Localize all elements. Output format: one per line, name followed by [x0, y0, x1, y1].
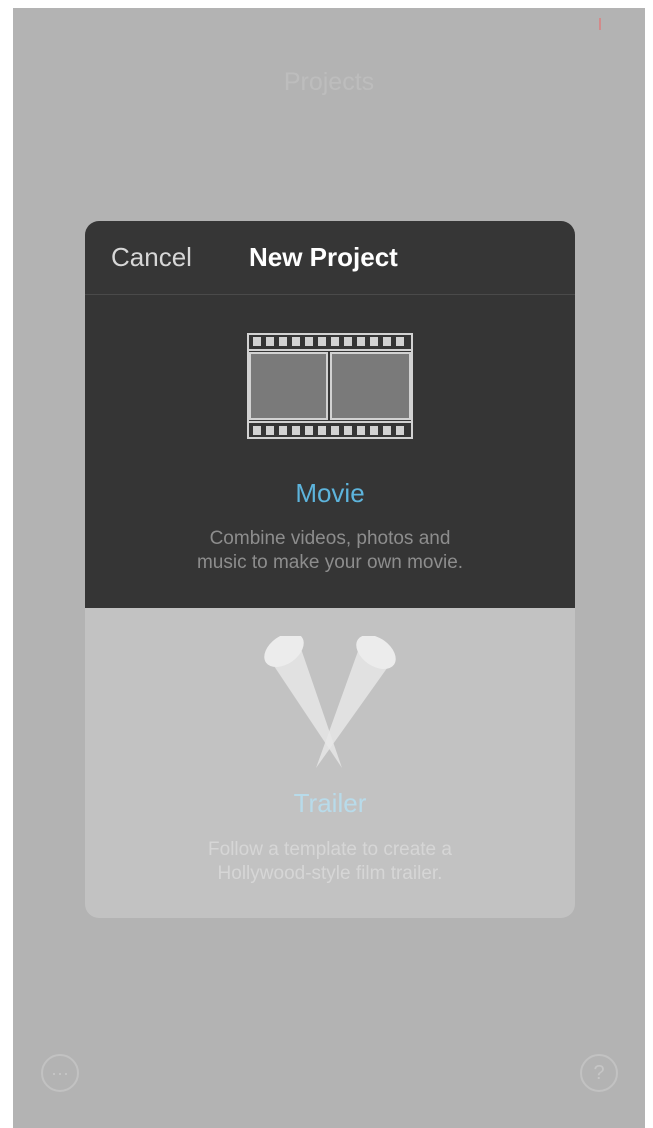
modal-title: New Project — [249, 242, 398, 272]
modal-header: Cancel New Project — [85, 221, 575, 295]
movie-description-line: Combine videos, photos and — [209, 528, 451, 549]
trailer-description-line: Follow a template to create a — [208, 839, 452, 860]
cancel-button[interactable]: Cancel — [111, 242, 192, 273]
movie-description-line: music to make your own movie. — [196, 552, 464, 573]
trailer-description: Follow a template to create a Hollywood-… — [85, 838, 575, 886]
movie-description: Combine videos, photos and music to make… — [85, 527, 575, 575]
ellipsis-icon[interactable]: ··· — [41, 1054, 79, 1092]
trailer-label: Trailer — [293, 788, 367, 818]
trailer-option[interactable]: Trailer Follow a template to create a Ho… — [85, 608, 575, 918]
status-indicator — [599, 18, 601, 30]
page-title: Projects — [283, 68, 375, 96]
more-button-glyph: ··· — [51, 1063, 69, 1083]
movie-option[interactable]: Movie Combine videos, photos and music t… — [85, 295, 575, 608]
screen-backdrop: Projects ··· ? Cancel New Project Movie … — [13, 8, 645, 1128]
help-button-glyph: ? — [593, 1062, 605, 1084]
question-icon[interactable]: ? — [580, 1054, 618, 1092]
new-project-modal: Cancel New Project Movie Combine videos,… — [85, 221, 575, 918]
movie-label: Movie — [295, 478, 365, 508]
film-strip-icon — [247, 333, 413, 439]
spotlights-icon — [264, 636, 396, 768]
trailer-description-line: Hollywood-style film trailer. — [217, 863, 443, 884]
